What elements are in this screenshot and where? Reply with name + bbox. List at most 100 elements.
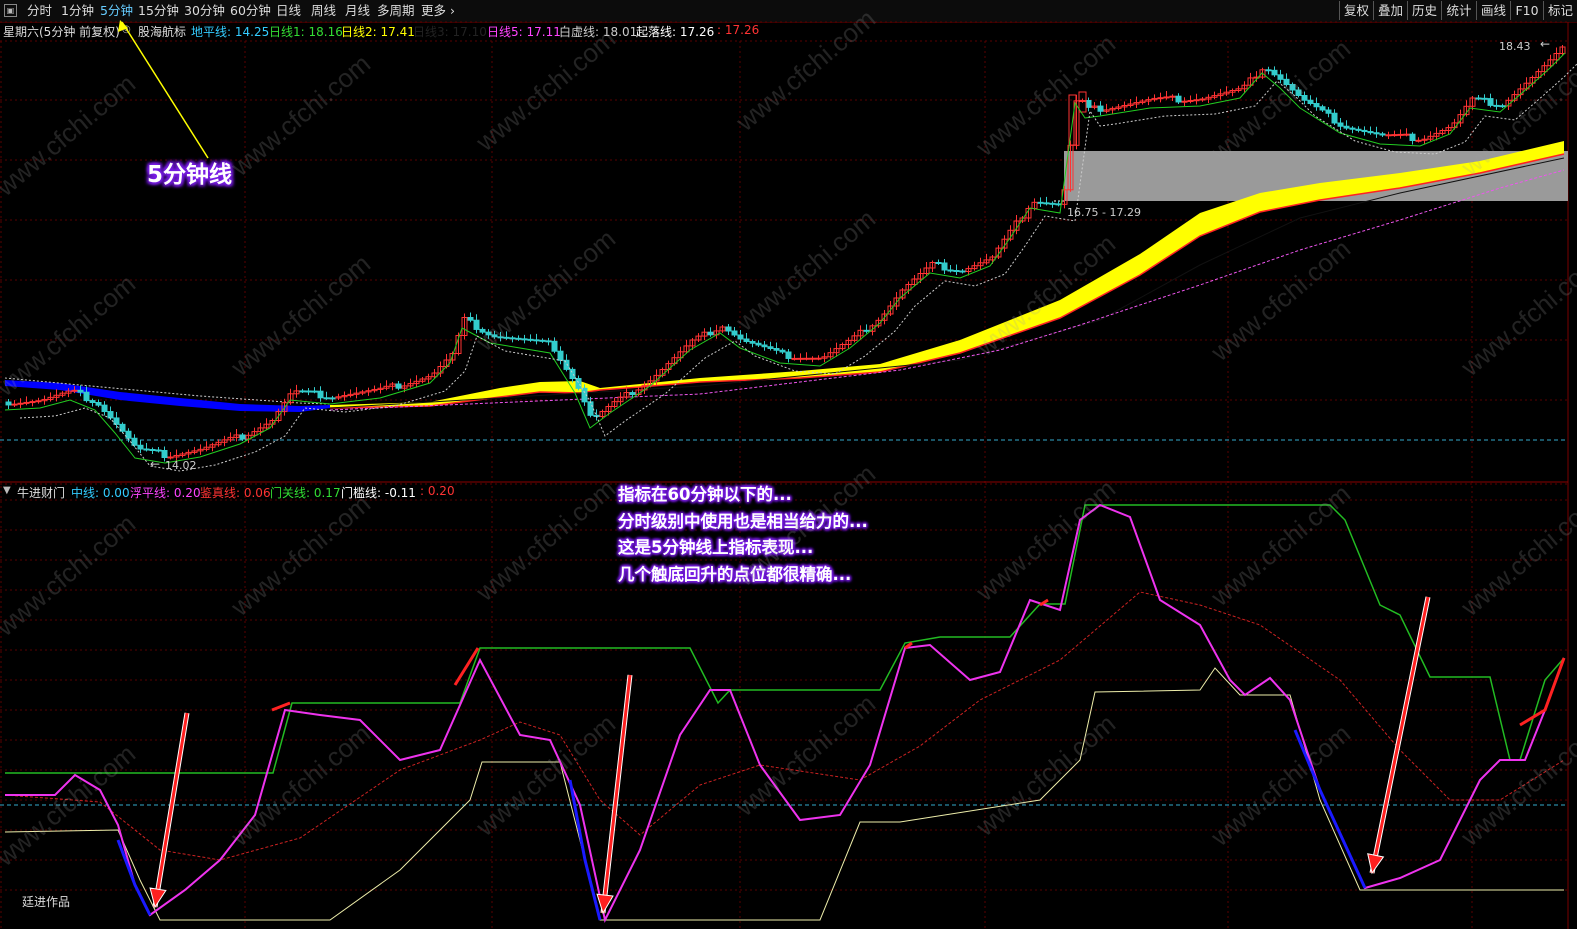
- candle-body: [1181, 100, 1188, 103]
- blue-segment: [116, 839, 152, 916]
- candle-body: [1493, 104, 1500, 107]
- candle-body: [125, 430, 132, 439]
- candle-body: [11, 403, 18, 406]
- high-arrow-icon: ←: [1540, 37, 1551, 51]
- candle-body: [569, 368, 576, 379]
- candle-body: [791, 357, 798, 360]
- candle-body: [1361, 129, 1368, 133]
- candle-body: [1307, 99, 1314, 104]
- candle-body: [941, 262, 948, 271]
- candle-body: [1187, 99, 1194, 102]
- candle-body: [89, 400, 96, 404]
- candle-body: [959, 270, 966, 273]
- candle-body: [545, 340, 552, 343]
- candle-body: [1085, 100, 1092, 108]
- candle-body: [779, 349, 786, 353]
- candle-body: [815, 357, 822, 360]
- low-arrow-icon: ←: [150, 457, 161, 471]
- low-price-label: 14.02: [165, 459, 197, 472]
- candle-body: [1049, 202, 1056, 205]
- candle-body: [395, 383, 402, 389]
- candle-body: [809, 357, 816, 360]
- candle-body: [1373, 132, 1380, 135]
- candle-body: [137, 444, 144, 450]
- candle-body: [83, 391, 90, 402]
- candle-body: [1499, 105, 1506, 108]
- candle-body: [1055, 203, 1062, 206]
- candle-body: [1331, 112, 1338, 124]
- candle-body: [107, 411, 114, 419]
- candle-body: [317, 390, 324, 399]
- candle-body: [1403, 133, 1410, 136]
- candle-body: [23, 401, 30, 404]
- candle-body: [1343, 125, 1350, 129]
- candle-body: [863, 329, 870, 332]
- yellow-band: [330, 141, 1564, 408]
- high-price-label: 18.43: [1499, 40, 1531, 53]
- candle-body: [29, 401, 36, 404]
- candle-body: [773, 348, 780, 351]
- candle-body: [551, 340, 558, 352]
- candle-body: [761, 344, 768, 348]
- candle-body: [521, 338, 528, 341]
- ind-item-verify: 鉴真线: 0.06: [200, 486, 271, 500]
- indicator-title[interactable]: 牛进财门: [17, 484, 65, 501]
- candle-body: [1163, 96, 1170, 99]
- red-segment: [271, 701, 291, 712]
- candle-body: [323, 397, 330, 400]
- candle-body: [629, 392, 636, 395]
- candle-body: [1379, 133, 1386, 136]
- ind-item-float: 浮平线: 0.20: [130, 486, 201, 500]
- candle-body: [1337, 122, 1344, 127]
- arrow-shaft: [1370, 596, 1430, 874]
- candle-body: [1475, 97, 1482, 100]
- candle-body: [785, 351, 792, 359]
- candle-body: [131, 437, 138, 446]
- candle-body: [797, 357, 804, 360]
- collapse-icon[interactable]: ▼: [3, 485, 11, 496]
- candle-body: [1391, 134, 1398, 137]
- candle-body: [749, 341, 756, 344]
- candle-body: [539, 339, 546, 342]
- candle-body: [1193, 99, 1200, 102]
- candle-body: [305, 390, 312, 393]
- threshold-line: [4, 667, 1564, 921]
- candle-body: [17, 402, 24, 405]
- arrow-shaft: [153, 712, 189, 908]
- candle-body: [101, 404, 108, 413]
- candle-body: [1367, 131, 1374, 134]
- candle-body: [1097, 105, 1104, 112]
- candle-body: [155, 449, 162, 452]
- ind-item-mid: 中线: 0.00: [71, 486, 130, 500]
- candle-body: [743, 338, 750, 342]
- candle-body: [737, 334, 744, 340]
- candle-body: [1415, 139, 1422, 142]
- candle-body: [239, 434, 246, 440]
- ind-item-gate-close: 门关线: 0.17: [270, 486, 341, 500]
- candle-body: [35, 400, 42, 403]
- candle-body: [557, 350, 564, 361]
- candle-body: [1481, 97, 1488, 100]
- candle-body: [143, 448, 150, 451]
- candle-body: [95, 402, 102, 406]
- candle-body: [1409, 133, 1416, 141]
- candle-body: [1169, 95, 1176, 98]
- candle-body: [311, 390, 318, 393]
- candle-body: [515, 337, 522, 340]
- candle-body: [1037, 201, 1044, 204]
- candle-body: [1355, 128, 1362, 131]
- candle-body: [1271, 69, 1278, 76]
- candle-body: [935, 262, 942, 264]
- candle-body: [725, 326, 732, 332]
- candle-body: [1079, 100, 1086, 102]
- candle-body: [467, 317, 474, 321]
- candle-body: [755, 342, 762, 346]
- candle-body: [1199, 98, 1206, 101]
- magenta-dash-line: [329, 169, 1565, 411]
- candle-body: [563, 359, 570, 370]
- red-segment: [453, 647, 480, 686]
- candle-body: [533, 339, 540, 342]
- candle-body: [299, 390, 306, 393]
- candle-body: [1319, 106, 1326, 111]
- candle-body: [161, 450, 168, 458]
